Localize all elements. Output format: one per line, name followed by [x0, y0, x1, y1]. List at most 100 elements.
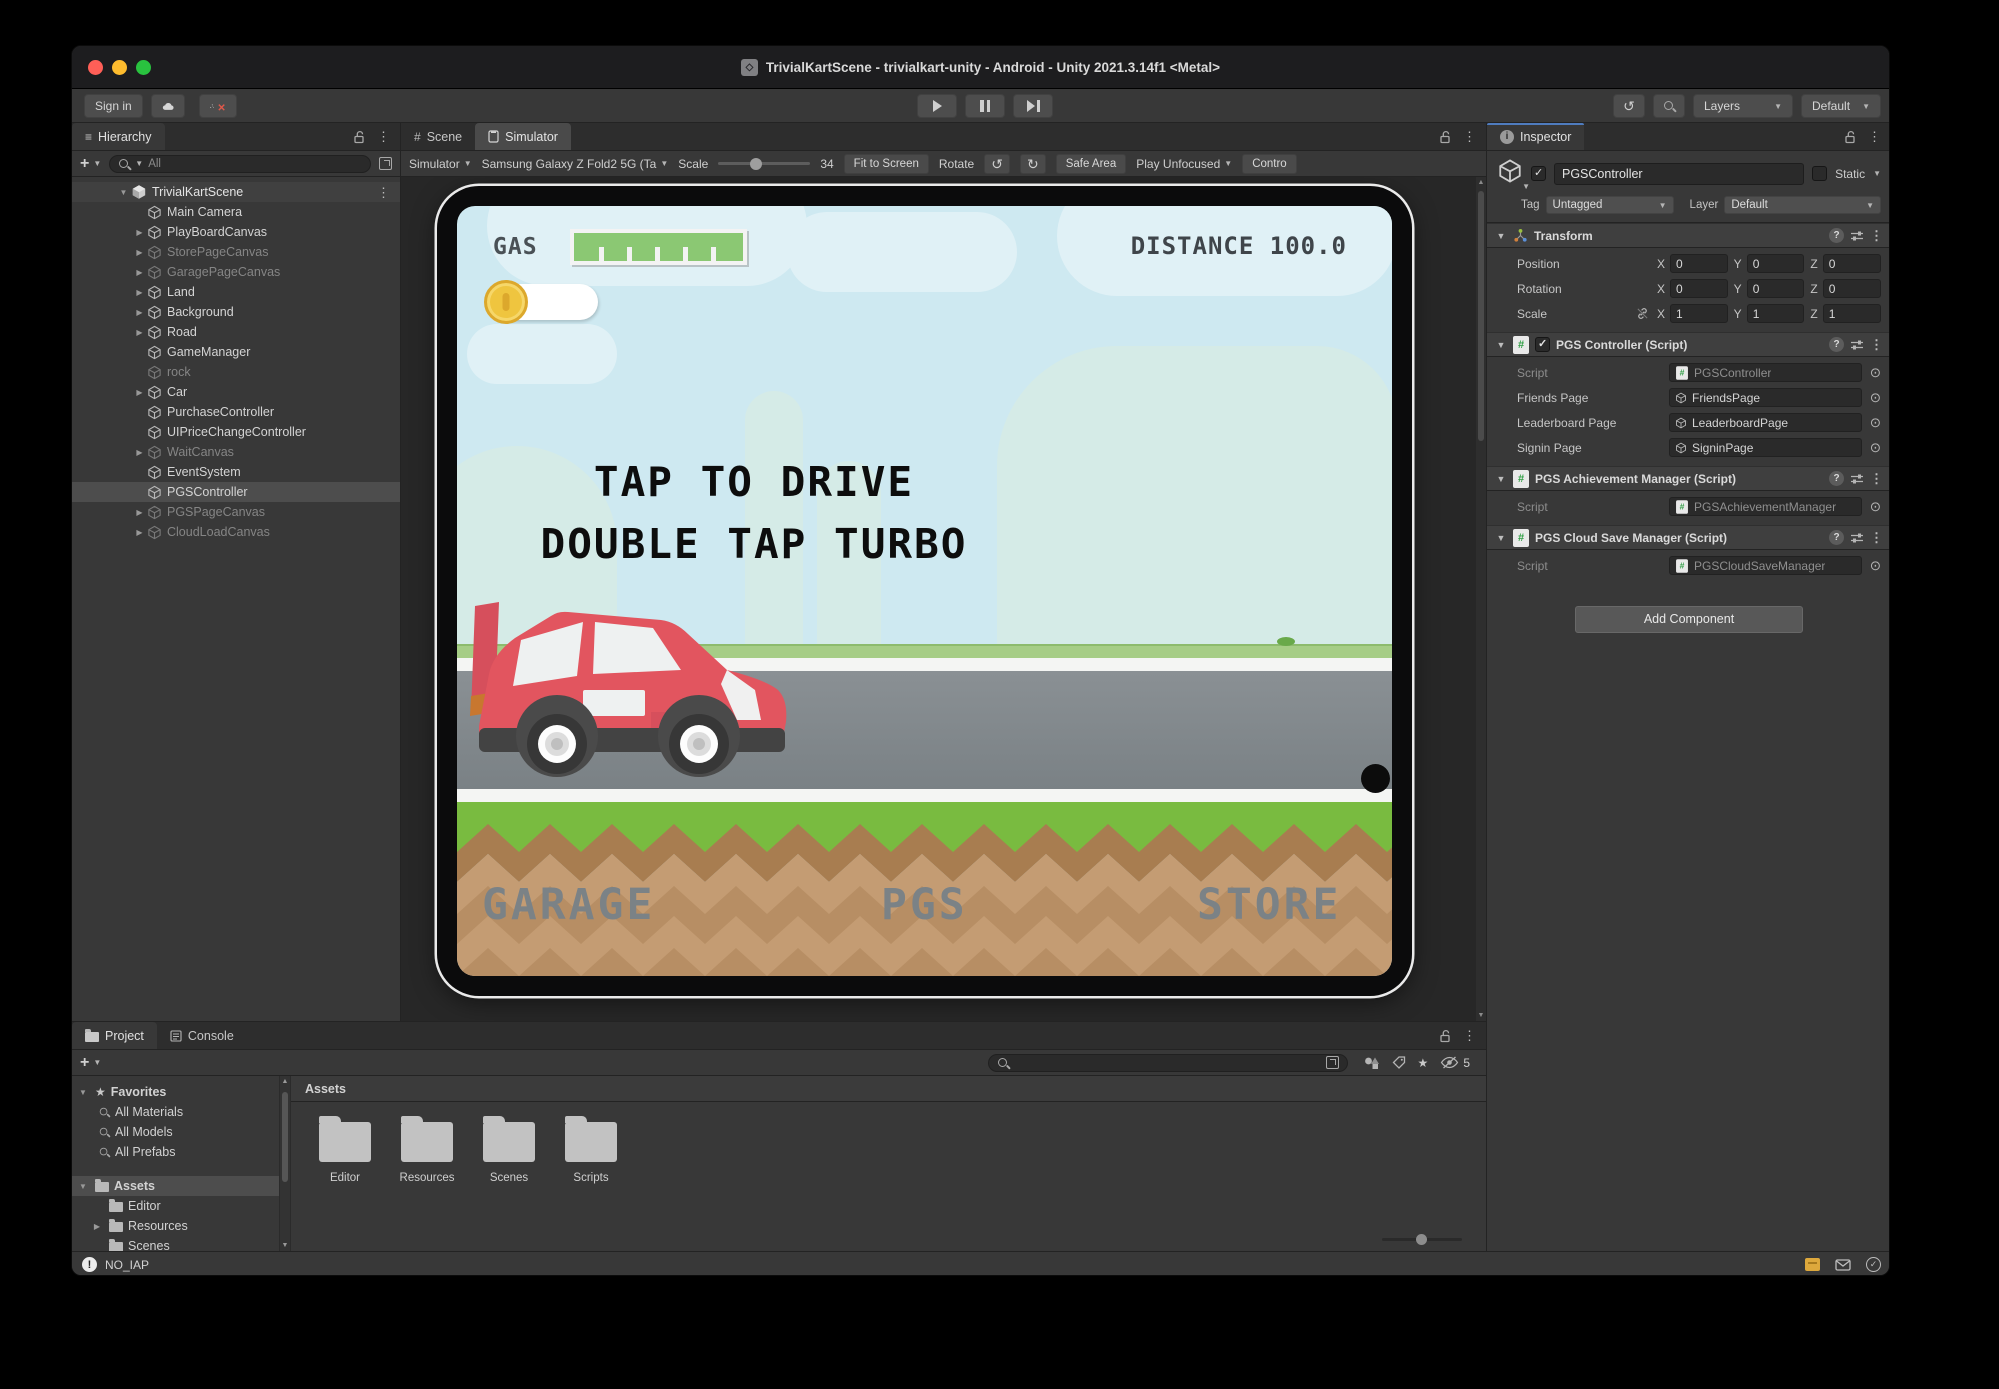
layer-dropdown[interactable]: Default▼ — [1724, 196, 1881, 214]
lock-icon[interactable] — [353, 130, 365, 144]
minimize-window-button[interactable] — [112, 60, 127, 75]
hierarchy-item[interactable]: ▶WaitCanvas — [72, 442, 400, 462]
z-value-field[interactable]: 0 — [1823, 254, 1881, 273]
game-screen[interactable]: GAS DISTANCE 100.0 TAP TO DRIVE DOUBLE T… — [457, 206, 1392, 976]
add-component-button[interactable]: Add Component — [1575, 606, 1803, 633]
pgs-button[interactable]: PGS — [881, 880, 968, 930]
z-value-field[interactable]: 0 — [1823, 279, 1881, 298]
hierarchy-item[interactable]: Main Camera — [72, 202, 400, 222]
hierarchy-item[interactable]: UIPriceChangeController — [72, 422, 400, 442]
rotate-ccw-button[interactable]: ↺ — [984, 154, 1010, 174]
expand-arrow-icon[interactable]: ▼ — [76, 1182, 90, 1191]
create-add-button[interactable]: + — [80, 1055, 89, 1071]
fit-to-screen-button[interactable]: Fit to Screen — [844, 154, 929, 174]
hierarchy-item[interactable]: ▶Land — [72, 282, 400, 302]
object-picker-icon[interactable]: ⊙ — [1862, 365, 1881, 381]
lock-icon[interactable] — [1844, 130, 1856, 144]
y-value-field[interactable]: 0 — [1747, 254, 1805, 273]
scene-options-icon[interactable]: ⋮ — [377, 186, 390, 199]
scale-slider[interactable] — [718, 162, 810, 165]
project-search-input[interactable] — [988, 1054, 1348, 1072]
panel-menu-icon[interactable]: ⋮ — [1868, 130, 1881, 143]
project-tree-scrollbar[interactable]: ▲ ▼ — [279, 1076, 291, 1251]
expand-arrow-icon[interactable]: ▶ — [132, 288, 147, 297]
assets-breadcrumb[interactable]: Assets — [291, 1076, 1486, 1102]
tab-console[interactable]: Console — [157, 1022, 247, 1049]
garage-button[interactable]: GARAGE — [482, 880, 655, 930]
object-picker-icon[interactable]: ⊙ — [1862, 558, 1881, 574]
component-header[interactable]: ▼ # PGS Achievement Manager (Script) ? ⋮ — [1487, 466, 1890, 491]
scroll-up-icon[interactable]: ▲ — [280, 1078, 290, 1085]
presets-icon[interactable] — [1850, 229, 1864, 243]
expand-arrow-icon[interactable]: ▼ — [76, 1088, 90, 1097]
favorites-root[interactable]: ▼ ★ Favorites — [72, 1082, 279, 1102]
expand-arrow-icon[interactable]: ▶ — [132, 328, 147, 337]
tab-simulator[interactable]: Simulator — [475, 123, 571, 150]
hierarchy-item[interactable]: ▶PGSPageCanvas — [72, 502, 400, 522]
scroll-up-icon[interactable]: ▲ — [1476, 179, 1486, 186]
active-checkbox[interactable] — [1531, 166, 1546, 181]
component-header[interactable]: ▼ # PGS Controller (Script) ? ⋮ — [1487, 332, 1890, 357]
hierarchy-item[interactable]: EventSystem — [72, 462, 400, 482]
undo-history-button[interactable]: ↺ — [1613, 94, 1645, 118]
slider-knob[interactable] — [750, 158, 762, 170]
sign-in-button[interactable]: Sign in — [84, 94, 143, 118]
create-add-button[interactable]: + — [80, 156, 89, 172]
scrollbar-thumb[interactable] — [1478, 191, 1484, 441]
component-menu-icon[interactable]: ⋮ — [1870, 531, 1883, 544]
status-check-icon[interactable]: ✓ — [1866, 1257, 1881, 1272]
expand-arrow-icon[interactable]: ▶ — [132, 248, 147, 257]
safe-area-button[interactable]: Safe Area — [1056, 154, 1127, 174]
lock-icon[interactable] — [1439, 130, 1451, 144]
asset-folder-tile[interactable]: Editor — [317, 1122, 373, 1184]
object-picker-icon[interactable]: ⊙ — [1862, 499, 1881, 515]
store-button[interactable]: STORE — [1197, 880, 1341, 930]
play-unfocused-dropdown[interactable]: Play Unfocused▼ — [1136, 157, 1232, 171]
progress-activity-icon[interactable] — [1805, 1258, 1820, 1271]
slider-knob[interactable] — [1416, 1234, 1427, 1245]
favorites-star-icon[interactable]: ★ — [1418, 1056, 1429, 1070]
expand-arrow-icon[interactable]: ▶ — [132, 388, 147, 397]
presets-icon[interactable] — [1850, 472, 1864, 486]
simulator-viewport[interactable]: GAS DISTANCE 100.0 TAP TO DRIVE DOUBLE T… — [401, 177, 1486, 1021]
tab-hierarchy[interactable]: ≡ Hierarchy — [72, 123, 165, 150]
hierarchy-item[interactable]: PGSController — [72, 482, 400, 502]
hierarchy-item[interactable]: ▶CloudLoadCanvas — [72, 522, 400, 542]
chevron-down-icon[interactable]: ▼ — [93, 159, 101, 168]
help-icon[interactable]: ? — [1829, 228, 1844, 243]
tab-inspector[interactable]: i Inspector — [1487, 123, 1584, 150]
static-checkbox[interactable] — [1812, 166, 1827, 181]
asset-folder-tile[interactable]: Scripts — [563, 1122, 619, 1184]
layers-dropdown[interactable]: Layers▼ — [1693, 94, 1793, 118]
hierarchy-item[interactable]: PurchaseController — [72, 402, 400, 422]
x-value-field[interactable]: 0 — [1670, 254, 1728, 273]
hierarchy-item[interactable]: ▶Road — [72, 322, 400, 342]
viewport-scrollbar[interactable]: ▲ ▼ — [1475, 177, 1486, 1021]
favorites-item[interactable]: All Materials — [72, 1102, 279, 1122]
help-icon[interactable]: ? — [1829, 337, 1844, 352]
collab-error-button[interactable]: ✕ — [199, 94, 237, 118]
cloud-button[interactable] — [151, 94, 185, 118]
object-field[interactable]: #PGSController — [1669, 363, 1862, 382]
hierarchy-item[interactable]: rock — [72, 362, 400, 382]
expand-arrow-icon[interactable]: ▶ — [132, 228, 147, 237]
y-value-field[interactable]: 0 — [1747, 279, 1805, 298]
chevron-down-icon[interactable]: ▼ — [93, 1058, 101, 1067]
component-menu-icon[interactable]: ⋮ — [1870, 472, 1883, 485]
foldout-arrow-icon[interactable]: ▼ — [1495, 474, 1507, 484]
expand-arrow-icon[interactable]: ▶ — [90, 1222, 104, 1231]
object-picker-icon[interactable]: ⊙ — [1862, 440, 1881, 456]
zoom-window-button[interactable] — [136, 60, 151, 75]
link-constrain-icon[interactable] — [1636, 307, 1649, 320]
open-search-window-icon[interactable] — [379, 157, 392, 170]
x-value-field[interactable]: 1 — [1670, 304, 1728, 323]
assets-root[interactable]: ▼ Assets — [72, 1176, 279, 1196]
expand-arrow-icon[interactable]: ▶ — [132, 268, 147, 277]
chevron-down-icon[interactable]: ▼ — [1873, 169, 1881, 178]
hierarchy-item[interactable]: ▶PlayBoardCanvas — [72, 222, 400, 242]
scroll-down-icon[interactable]: ▼ — [280, 1242, 290, 1249]
panel-menu-icon[interactable]: ⋮ — [1463, 1029, 1476, 1042]
hierarchy-scene-row[interactable]: ▼ TrivialKartScene ⋮ — [72, 182, 400, 202]
expand-arrow-icon[interactable]: ▶ — [132, 528, 147, 537]
icon-size-slider[interactable] — [1382, 1238, 1462, 1241]
